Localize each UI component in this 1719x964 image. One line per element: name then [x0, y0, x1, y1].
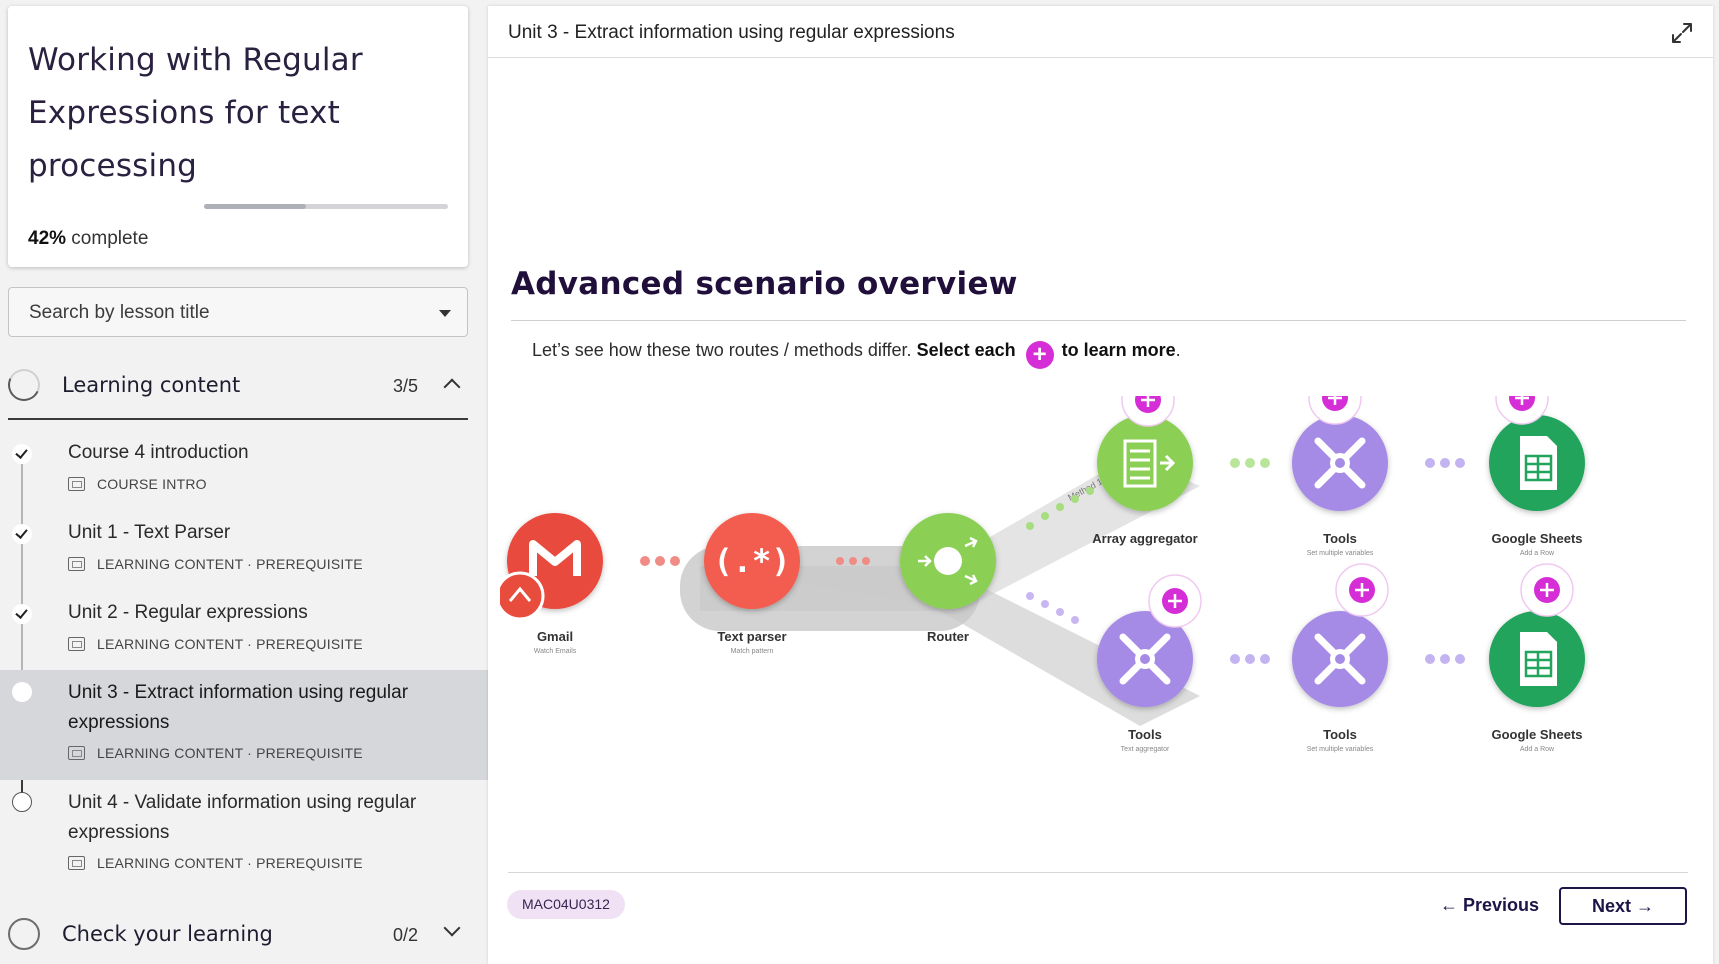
- node-google-sheets-top[interactable]: Google Sheets Add a Row: [1489, 415, 1585, 557]
- section-header-check-your-learning[interactable]: Check your learning 0/2: [8, 904, 468, 964]
- plus-icon: +: [1025, 341, 1054, 369]
- svg-text:Router: Router: [927, 629, 969, 644]
- unit-title: Unit 3 - Extract information using regul…: [508, 22, 955, 43]
- section-progress-ring-icon: [3, 364, 45, 406]
- course-progress-text: 42% complete: [28, 228, 149, 249]
- svg-text:Add a Row: Add a Row: [1520, 746, 1555, 753]
- svg-text:(.*): (.*): [713, 542, 790, 580]
- document-icon: [68, 477, 85, 491]
- node-tools-text-aggregator[interactable]: Tools Text aggregator: [1097, 611, 1193, 753]
- svg-text:Tools: Tools: [1128, 727, 1162, 742]
- chevron-up-icon[interactable]: [443, 378, 461, 396]
- lesson-item[interactable]: Unit 1 - Text Parser LEARNING CONTENT · …: [0, 516, 488, 596]
- connector-top-2: [1425, 458, 1465, 468]
- section-count: 3/5: [392, 376, 418, 396]
- svg-text:Match pattern: Match pattern: [731, 648, 774, 655]
- lesson-search-placeholder: Search by lesson title: [29, 302, 210, 323]
- svg-text:Google Sheets: Google Sheets: [1491, 531, 1582, 546]
- scenario-diagram: Method 1 Gmail Watch Emails (.*) Text pa…: [500, 396, 1585, 753]
- svg-text:Text aggregator: Text aggregator: [1121, 746, 1170, 753]
- lesson-content-panel: Unit 3 - Extract information using regul…: [488, 6, 1713, 964]
- overview-heading: Advanced scenario overview: [511, 266, 1018, 302]
- lesson-item[interactable]: Unit 2 - Regular expressions LEARNING CO…: [0, 596, 488, 676]
- empty-circle-icon: [12, 792, 32, 812]
- check-icon: [12, 524, 32, 544]
- check-icon: [12, 444, 32, 464]
- section-divider: [8, 418, 468, 420]
- screen-icon: [68, 637, 85, 651]
- lesson-name: Unit 2 - Regular expressions: [68, 602, 308, 623]
- arrow-left-icon: ←: [1440, 895, 1464, 915]
- course-card: Working with Regular Expressions for tex…: [8, 6, 468, 267]
- lesson-meta: LEARNING CONTENT · PREREQUISITE: [68, 556, 363, 572]
- lesson-item-current[interactable]: Unit 3 - Extract information using regul…: [0, 670, 488, 780]
- check-icon: [12, 604, 32, 624]
- lesson-code-tag: MAC04U0312: [507, 890, 625, 919]
- node-tools-set-variables-top[interactable]: Tools Set multiple variables: [1292, 415, 1388, 557]
- svg-text:Watch Emails: Watch Emails: [534, 648, 577, 655]
- connector-gmail-parser: [640, 556, 680, 566]
- svg-text:Google Sheets: Google Sheets: [1491, 727, 1582, 742]
- instruction-text: Let’s see how these two routes / methods…: [532, 340, 1181, 369]
- lesson-name: Unit 3 - Extract information using regul…: [68, 682, 409, 733]
- screen-icon: [68, 746, 85, 760]
- node-gmail[interactable]: Gmail Watch Emails: [500, 513, 603, 655]
- connector-bottom-2: [1425, 654, 1465, 664]
- svg-text:Array aggregator: Array aggregator: [1092, 531, 1197, 546]
- svg-text:Add a Row: Add a Row: [1520, 550, 1555, 557]
- node-google-sheets-bottom[interactable]: Google Sheets Add a Row: [1489, 611, 1585, 753]
- lesson-item[interactable]: Unit 4 - Validate information using regu…: [0, 780, 488, 880]
- expand-icon[interactable]: [1669, 20, 1695, 46]
- section-header-learning-content[interactable]: Learning content 3/5: [3, 355, 468, 415]
- svg-text:Tools: Tools: [1323, 727, 1357, 742]
- caret-down-icon: [439, 310, 451, 317]
- previous-button[interactable]: ← Previous: [1426, 887, 1553, 923]
- lesson-meta: LEARNING CONTENT · PREREQUISITE: [68, 855, 363, 871]
- connector-parser-router: [836, 557, 870, 565]
- footer-divider: [508, 872, 1688, 873]
- node-tools-set-variables-bottom[interactable]: Tools Set multiple variables: [1292, 611, 1388, 753]
- svg-text:Tools: Tools: [1323, 531, 1357, 546]
- course-progress-bar: [204, 204, 448, 209]
- svg-text:Gmail: Gmail: [537, 629, 573, 644]
- next-button[interactable]: Next →: [1559, 887, 1687, 925]
- lesson-name: Unit 4 - Validate information using regu…: [68, 792, 417, 843]
- hotspot-plus-icon[interactable]: [1335, 563, 1389, 617]
- chevron-down-icon[interactable]: [443, 919, 461, 937]
- section-count: 0/2: [392, 925, 418, 945]
- lesson-search-select[interactable]: Search by lesson title: [8, 287, 468, 337]
- connector-top-1: [1230, 458, 1270, 468]
- svg-text:Text parser: Text parser: [717, 629, 786, 644]
- section-progress-ring-icon: [8, 918, 40, 950]
- lesson-meta: COURSE INTRO: [68, 476, 207, 492]
- section-title: Learning content: [62, 373, 241, 397]
- heading-divider: [511, 320, 1686, 321]
- lesson-meta: LEARNING CONTENT · PREREQUISITE: [68, 636, 363, 652]
- section-title: Check your learning: [62, 922, 273, 946]
- screen-icon: [68, 856, 85, 870]
- lesson-meta: LEARNING CONTENT · PREREQUISITE: [68, 745, 363, 761]
- course-sidebar: Working with Regular Expressions for tex…: [0, 0, 488, 964]
- content-header: Unit 3 - Extract information using regul…: [488, 6, 1713, 58]
- current-lesson-icon: [12, 682, 32, 702]
- course-progress-fill: [204, 204, 307, 209]
- lesson-item[interactable]: Course 4 introduction COURSE INTRO: [0, 436, 488, 516]
- screen-icon: [68, 557, 85, 571]
- svg-text:Set multiple variables: Set multiple variables: [1307, 746, 1374, 753]
- hotspot-plus-icon[interactable]: [1148, 574, 1202, 628]
- lesson-name: Course 4 introduction: [68, 442, 249, 463]
- connector-bottom-1: [1230, 654, 1270, 664]
- course-title: Working with Regular Expressions for tex…: [28, 42, 363, 184]
- lesson-name: Unit 1 - Text Parser: [68, 522, 231, 543]
- arrow-right-icon: →: [1631, 896, 1655, 916]
- node-text-parser[interactable]: (.*) Text parser Match pattern: [704, 513, 800, 655]
- svg-text:Set multiple variables: Set multiple variables: [1307, 550, 1374, 557]
- hotspot-plus-icon[interactable]: [1520, 563, 1574, 617]
